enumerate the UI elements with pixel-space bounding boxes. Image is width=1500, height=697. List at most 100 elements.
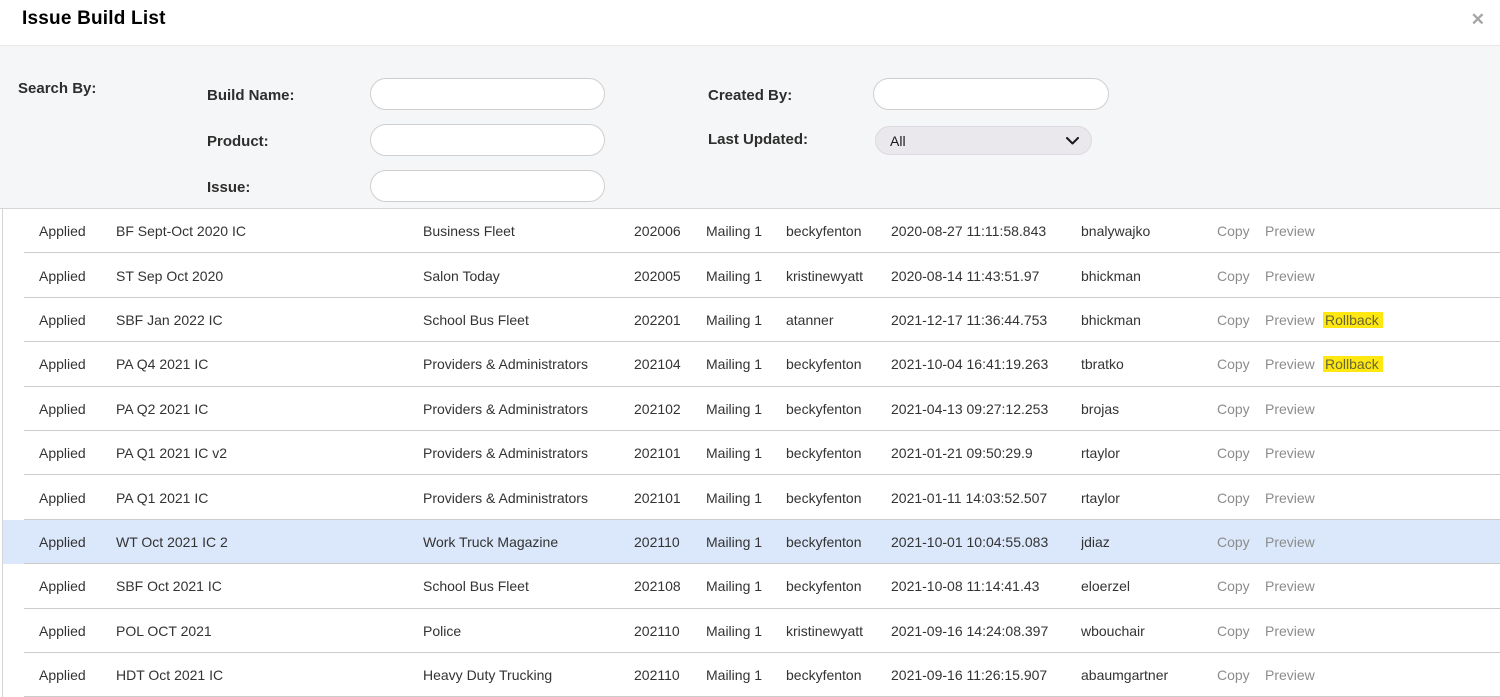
mailing-cell: Mailing 1 xyxy=(706,312,786,328)
rollback-action[interactable]: Rollback xyxy=(1323,356,1383,372)
table-row[interactable]: Applied POL OCT 2021 Police 202110 Maili… xyxy=(3,609,1500,653)
rollback-cell: Rollback xyxy=(1323,312,1500,328)
preview-action[interactable]: Preview xyxy=(1265,223,1323,239)
table-row[interactable]: Applied SBF Jan 2022 IC School Bus Fleet… xyxy=(3,298,1500,342)
last-updated-cell: 2021-04-13 09:27:12.253 xyxy=(891,401,1081,417)
created-by-cell: beckyfenton xyxy=(786,223,891,239)
preview-action[interactable]: Preview xyxy=(1265,667,1323,683)
preview-action[interactable]: Preview xyxy=(1265,490,1323,506)
product-cell: Providers & Administrators xyxy=(423,356,634,372)
last-updated-select[interactable]: All xyxy=(875,126,1092,155)
issue-cell: 202102 xyxy=(634,401,706,417)
table-row[interactable]: Applied PA Q1 2021 IC Providers & Admini… xyxy=(3,475,1500,519)
status-cell: Applied xyxy=(3,401,116,417)
table-row[interactable]: Applied PA Q4 2021 IC Providers & Admini… xyxy=(3,342,1500,386)
search-by-label: Search By: xyxy=(18,80,96,97)
mailing-cell: Mailing 1 xyxy=(706,401,786,417)
mailing-cell: Mailing 1 xyxy=(706,356,786,372)
created-by-cell: kristinewyatt xyxy=(786,268,891,284)
updated-by-cell: bhickman xyxy=(1081,312,1217,328)
issue-build-list-dialog: Issue Build List ✕ Search By: Build Name… xyxy=(0,0,1500,697)
mailing-cell: Mailing 1 xyxy=(706,445,786,461)
copy-action[interactable]: Copy xyxy=(1217,578,1265,594)
updated-by-cell: eloerzel xyxy=(1081,578,1217,594)
status-cell: Applied xyxy=(3,312,116,328)
last-updated-cell: 2021-09-16 11:26:15.907 xyxy=(891,667,1081,683)
build-name-cell: PA Q2 2021 IC xyxy=(116,401,423,417)
build-name-input[interactable] xyxy=(370,78,605,110)
mailing-cell: Mailing 1 xyxy=(706,623,786,639)
preview-action[interactable]: Preview xyxy=(1265,312,1323,328)
updated-by-cell: rtaylor xyxy=(1081,490,1217,506)
copy-action[interactable]: Copy xyxy=(1217,445,1265,461)
status-cell: Applied xyxy=(3,667,116,683)
mailing-cell: Mailing 1 xyxy=(706,667,786,683)
last-updated-cell: 2020-08-14 11:43:51.97 xyxy=(891,268,1081,284)
last-updated-cell: 2021-12-17 11:36:44.753 xyxy=(891,312,1081,328)
product-cell: Police xyxy=(423,623,634,639)
rollback-action[interactable]: Rollback xyxy=(1323,312,1383,328)
preview-action[interactable]: Preview xyxy=(1265,356,1323,372)
table-row[interactable]: Applied PA Q2 2021 IC Providers & Admini… xyxy=(3,387,1500,431)
dialog-header: Issue Build List ✕ xyxy=(0,0,1500,46)
copy-action[interactable]: Copy xyxy=(1217,356,1265,372)
table-row[interactable]: Applied BF Sept-Oct 2020 IC Business Fle… xyxy=(3,209,1500,253)
issue-cell: 202201 xyxy=(634,312,706,328)
build-name-cell: PA Q1 2021 IC xyxy=(116,490,423,506)
updated-by-cell: wbouchair xyxy=(1081,623,1217,639)
table-row[interactable]: Applied SBF Oct 2021 IC School Bus Fleet… xyxy=(3,564,1500,608)
preview-action[interactable]: Preview xyxy=(1265,623,1323,639)
issue-cell: 202005 xyxy=(634,268,706,284)
table-row[interactable]: Applied HDT Oct 2021 IC Heavy Duty Truck… xyxy=(3,653,1500,697)
build-name-cell: HDT Oct 2021 IC xyxy=(116,667,423,683)
status-cell: Applied xyxy=(3,356,116,372)
issue-cell: 202006 xyxy=(634,223,706,239)
last-updated-label: Last Updated: xyxy=(708,131,808,148)
issue-cell: 202110 xyxy=(634,534,706,550)
product-input[interactable] xyxy=(370,124,605,156)
issue-label: Issue: xyxy=(207,179,250,196)
copy-action[interactable]: Copy xyxy=(1217,623,1265,639)
preview-action[interactable]: Preview xyxy=(1265,268,1323,284)
created-by-input[interactable] xyxy=(873,78,1109,110)
issue-input[interactable] xyxy=(370,170,605,202)
copy-action[interactable]: Copy xyxy=(1217,312,1265,328)
preview-action[interactable]: Preview xyxy=(1265,401,1323,417)
copy-action[interactable]: Copy xyxy=(1217,490,1265,506)
last-updated-cell: 2020-08-27 11:11:58.843 xyxy=(891,223,1081,239)
issue-cell: 202101 xyxy=(634,445,706,461)
copy-action[interactable]: Copy xyxy=(1217,667,1265,683)
product-cell: Salon Today xyxy=(423,268,634,284)
created-by-cell: atanner xyxy=(786,312,891,328)
preview-action[interactable]: Preview xyxy=(1265,445,1323,461)
created-by-cell: kristinewyatt xyxy=(786,623,891,639)
chevron-down-icon xyxy=(1066,137,1079,145)
build-name-cell: PA Q4 2021 IC xyxy=(116,356,423,372)
build-name-cell: SBF Oct 2021 IC xyxy=(116,578,423,594)
status-cell: Applied xyxy=(3,223,116,239)
preview-action[interactable]: Preview xyxy=(1265,578,1323,594)
issue-cell: 202110 xyxy=(634,623,706,639)
copy-action[interactable]: Copy xyxy=(1217,534,1265,550)
created-by-cell: beckyfenton xyxy=(786,401,891,417)
table-row[interactable]: Applied WT Oct 2021 IC 2 Work Truck Maga… xyxy=(3,520,1500,564)
table-row[interactable]: Applied PA Q1 2021 IC v2 Providers & Adm… xyxy=(3,431,1500,475)
build-name-cell: BF Sept-Oct 2020 IC xyxy=(116,223,423,239)
created-by-cell: beckyfenton xyxy=(786,490,891,506)
updated-by-cell: jdiaz xyxy=(1081,534,1217,550)
build-name-label: Build Name: xyxy=(207,87,295,104)
product-cell: Providers & Administrators xyxy=(423,445,634,461)
copy-action[interactable]: Copy xyxy=(1217,401,1265,417)
issue-cell: 202108 xyxy=(634,578,706,594)
mailing-cell: Mailing 1 xyxy=(706,578,786,594)
close-icon[interactable]: ✕ xyxy=(1467,7,1489,32)
mailing-cell: Mailing 1 xyxy=(706,490,786,506)
preview-action[interactable]: Preview xyxy=(1265,534,1323,550)
copy-action[interactable]: Copy xyxy=(1217,268,1265,284)
build-name-cell: ST Sep Oct 2020 xyxy=(116,268,423,284)
copy-action[interactable]: Copy xyxy=(1217,223,1265,239)
updated-by-cell: rtaylor xyxy=(1081,445,1217,461)
build-table: Applied BF Sept-Oct 2020 IC Business Fle… xyxy=(2,209,1500,697)
status-cell: Applied xyxy=(3,578,116,594)
table-row[interactable]: Applied ST Sep Oct 2020 Salon Today 2020… xyxy=(3,253,1500,297)
